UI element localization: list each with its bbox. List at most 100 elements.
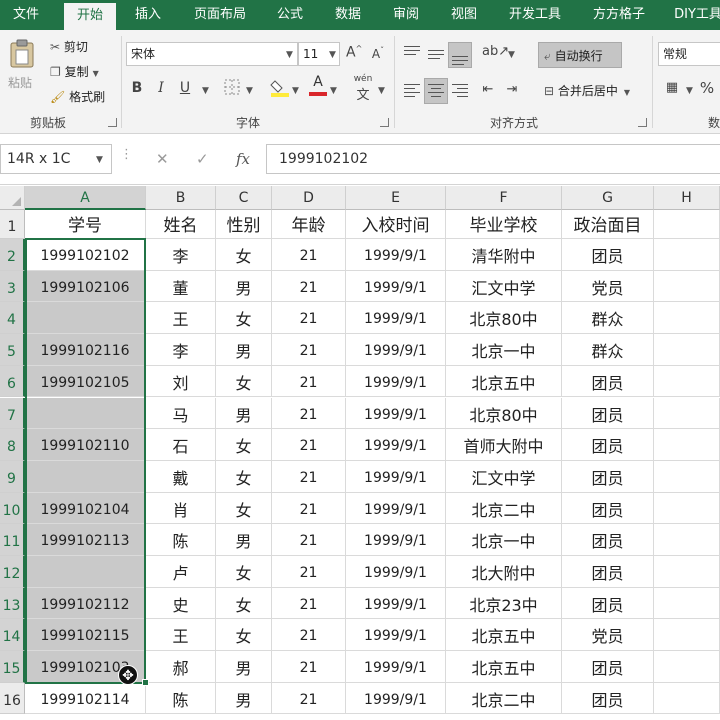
column-header-f[interactable]: F <box>446 186 562 210</box>
cell[interactable]: 北京80中 <box>446 302 562 335</box>
header-cell[interactable]: 姓名 <box>146 210 216 239</box>
cell[interactable]: 北京一中 <box>446 524 562 556</box>
cell[interactable] <box>654 270 720 303</box>
cell[interactable]: 陈 <box>146 682 216 715</box>
cell[interactable]: 卢 <box>146 556 216 588</box>
align-center-button[interactable] <box>424 78 448 104</box>
underline-button[interactable]: U <box>178 80 192 96</box>
text-orientation-icon[interactable]: ab↗ <box>482 44 509 59</box>
cell[interactable]: 女 <box>216 429 272 461</box>
cell[interactable] <box>654 619 720 652</box>
cell[interactable]: 21 <box>272 524 346 556</box>
cell[interactable]: 21 <box>272 365 346 398</box>
decrease-font-icon[interactable]: Aˇ <box>370 46 386 61</box>
cell[interactable] <box>654 492 720 525</box>
cell[interactable]: 北京五中 <box>446 619 562 652</box>
cell[interactable]: 北京一中 <box>446 334 562 366</box>
cell[interactable]: 1999102113 <box>25 524 146 556</box>
cell[interactable]: 1999102110 <box>25 429 146 461</box>
decrease-indent-icon[interactable]: ⇤ <box>480 82 496 97</box>
format-painter-button[interactable]: 🖌 格式刷 <box>50 88 105 105</box>
cell[interactable] <box>654 556 720 588</box>
italic-button[interactable]: I <box>154 80 168 96</box>
insert-function-button[interactable]: fx <box>236 150 250 168</box>
cell[interactable]: 21 <box>272 587 346 620</box>
cell[interactable] <box>654 365 720 398</box>
cell[interactable]: 王 <box>146 619 216 652</box>
cell[interactable] <box>25 302 146 335</box>
tab-file[interactable]: 文件 <box>4 0 48 30</box>
cell[interactable]: 21 <box>272 651 346 683</box>
cell[interactable] <box>654 524 720 556</box>
row-header-6[interactable]: 6 <box>0 365 25 398</box>
row-header-1[interactable]: 1 <box>0 210 25 239</box>
cell[interactable]: 1999102115 <box>25 619 146 652</box>
cell[interactable]: 1999/9/1 <box>346 460 446 493</box>
cell[interactable]: 女 <box>216 365 272 398</box>
cell[interactable]: 1999/9/1 <box>346 619 446 652</box>
tab-data[interactable]: 数据 <box>326 0 370 30</box>
cell[interactable]: 21 <box>272 239 346 271</box>
row-header-9[interactable]: 9 <box>0 460 25 493</box>
cell[interactable]: 团员 <box>562 524 654 556</box>
cell[interactable]: 北京80中 <box>446 397 562 430</box>
row-header-13[interactable]: 13 <box>0 587 25 620</box>
select-all-corner[interactable] <box>0 186 25 210</box>
header-cell[interactable]: 年龄 <box>272 210 346 239</box>
cell[interactable]: 团员 <box>562 365 654 398</box>
clipboard-launcher-icon[interactable] <box>108 118 117 127</box>
row-header-11[interactable]: 11 <box>0 524 25 556</box>
cell[interactable] <box>654 334 720 366</box>
cell[interactable]: 21 <box>272 270 346 303</box>
cell[interactable]: 党员 <box>562 270 654 303</box>
header-cell[interactable]: 入校时间 <box>346 210 446 239</box>
paste-button[interactable] <box>8 38 36 68</box>
tab-fangfanggezi[interactable]: 方方格子 <box>584 0 654 30</box>
cell[interactable] <box>654 397 720 430</box>
cell[interactable]: 21 <box>272 397 346 430</box>
cell[interactable]: 北京二中 <box>446 682 562 715</box>
cell[interactable]: 群众 <box>562 302 654 335</box>
cell[interactable]: 21 <box>272 334 346 366</box>
cell[interactable]: 21 <box>272 460 346 493</box>
cell[interactable]: 戴 <box>146 460 216 493</box>
cell[interactable]: 男 <box>216 397 272 430</box>
cell[interactable]: 1999/9/1 <box>346 365 446 398</box>
cell[interactable]: 北京五中 <box>446 651 562 683</box>
tab-page-layout[interactable]: 页面布局 <box>184 0 256 30</box>
cell[interactable]: 团员 <box>562 682 654 715</box>
cell[interactable]: 团员 <box>562 429 654 461</box>
tab-insert[interactable]: 插入 <box>126 0 170 30</box>
alignment-launcher-icon[interactable] <box>638 118 647 127</box>
cell[interactable]: 团员 <box>562 587 654 620</box>
cell[interactable]: 女 <box>216 587 272 620</box>
cell[interactable]: 李 <box>146 334 216 366</box>
cell[interactable]: 党员 <box>562 619 654 652</box>
cell[interactable]: 男 <box>216 682 272 715</box>
cell[interactable]: 男 <box>216 334 272 366</box>
cell[interactable]: 1999102102 <box>25 239 146 271</box>
column-header-c[interactable]: C <box>216 186 272 210</box>
cell[interactable]: 女 <box>216 492 272 525</box>
tab-view[interactable]: 视图 <box>442 0 486 30</box>
cell[interactable] <box>654 651 720 683</box>
cell[interactable]: 1999/9/1 <box>346 334 446 366</box>
cell[interactable]: 21 <box>272 556 346 588</box>
cell[interactable]: 21 <box>272 302 346 335</box>
cell[interactable]: 1999/9/1 <box>346 302 446 335</box>
cell[interactable]: 1999102106 <box>25 270 146 303</box>
number-format-select[interactable]: 常规 <box>658 42 720 66</box>
row-header-8[interactable]: 8 <box>0 429 25 461</box>
tab-diy-tools[interactable]: DIY工具 <box>668 0 720 30</box>
cell[interactable] <box>654 587 720 620</box>
fill-color-button[interactable] <box>270 76 290 98</box>
increase-font-icon[interactable]: A^ <box>346 44 362 61</box>
header-cell[interactable]: 政治面目 <box>562 210 654 239</box>
cell[interactable]: 21 <box>272 429 346 461</box>
font-color-button[interactable]: A <box>308 74 328 96</box>
cell[interactable]: 21 <box>272 682 346 715</box>
cell[interactable]: 清华附中 <box>446 239 562 271</box>
tab-home[interactable]: 开始 <box>64 3 116 30</box>
row-header-10[interactable]: 10 <box>0 492 25 525</box>
cell[interactable]: 女 <box>216 460 272 493</box>
